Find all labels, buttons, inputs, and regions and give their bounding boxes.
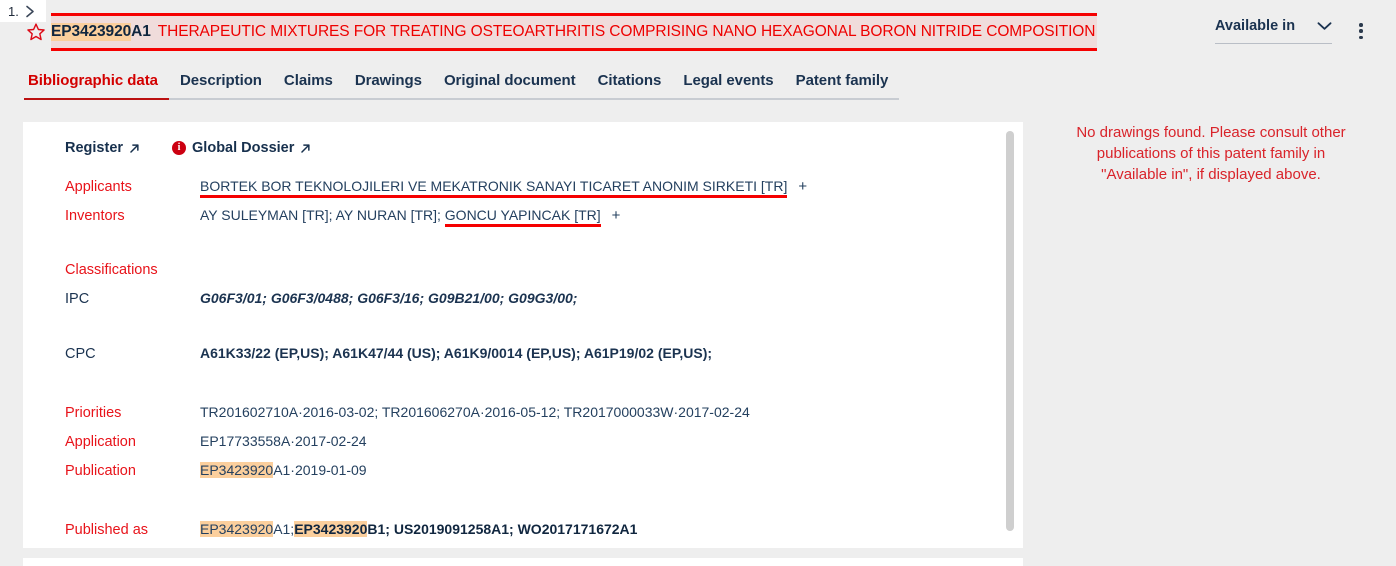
kebab-dot <box>1359 35 1363 39</box>
tab-description[interactable]: Description <box>168 72 273 100</box>
page-title[interactable]: EP3423920 A1 THERAPEUTIC MIXTURES FOR TRE… <box>51 13 1098 51</box>
application-value: EP17733558A·2017-02-24 <box>200 433 367 449</box>
card-scrollbar-thumb[interactable] <box>1006 131 1014 531</box>
inventors-label: Inventors <box>65 208 125 224</box>
classifications-heading: Classifications <box>65 262 158 278</box>
published-as-item1-highlight: EP3423920 <box>200 521 274 537</box>
field-applicants: Applicants BORTEK BOR TEKNOLOJILERI VE M… <box>23 172 1023 201</box>
applicants-label: Applicants <box>65 179 132 195</box>
field-cpc: CPC A61K33/22 (EP,US); A61K47/44 (US); A… <box>23 339 1023 368</box>
tab-claims[interactable]: Claims <box>272 72 344 100</box>
tab-drawings[interactable]: Drawings <box>343 72 433 100</box>
publication-value-wrap: EP3423920A1·2019-01-09 <box>200 456 367 484</box>
tab-citations[interactable]: Citations <box>586 72 673 100</box>
available-in-dropdown[interactable]: Available in <box>1215 18 1332 44</box>
no-drawings-message-line3: "Available in", if displayed above. <box>1101 166 1321 183</box>
patent-detail-page: 1. EP3423920 A1 THERAPEUTIC MIXTURES FOR … <box>0 0 1396 566</box>
field-ipc: IPC G06F3/01; G06F3/0488; G06F3/16; G09B… <box>23 284 1023 313</box>
drawings-preview-panel: No drawings found. Please consult other … <box>1040 122 1382 185</box>
bibliographic-data-card: Register i Global Dossier Applicants BOR… <box>23 122 1023 548</box>
ipc-value[interactable]: G06F3/01; G06F3/0488; G06F3/16; G09B21/0… <box>200 284 577 312</box>
publication-number-highlight: EP3423920 <box>51 23 132 41</box>
tab-patent-family[interactable]: Patent family <box>784 72 900 100</box>
priorities-value: TR201602710A·2016-03-02; TR201606270A·20… <box>200 404 750 420</box>
no-drawings-message-line1: No drawings found. Please consult other <box>1076 124 1346 141</box>
global-dossier-label-group: Global Dossier <box>192 140 312 156</box>
cpc-label: CPC <box>65 346 96 362</box>
field-published-as: Published as EP3423920A1;EP3423920B1; US… <box>23 515 1023 544</box>
patent-title-text: THERAPEUTIC MIXTURES FOR TREATING OSTEOA… <box>157 23 1096 40</box>
applicants-expand-button[interactable]: + <box>798 178 807 195</box>
publication-label: Publication <box>65 463 136 479</box>
applicants-value: BORTEK BOR TEKNOLOJILERI VE MEKATRONIK S… <box>200 178 788 198</box>
star-outline-icon[interactable] <box>26 22 46 42</box>
kebab-dot <box>1359 29 1363 33</box>
application-label: Application <box>65 434 136 450</box>
tab-bibliographic-data[interactable]: Bibliographic data <box>24 72 169 100</box>
published-as-value-wrap: EP3423920A1;EP3423920B1; US2019091258A1;… <box>200 515 637 543</box>
register-link-label: Register <box>65 140 124 156</box>
tab-original-document[interactable]: Original document <box>432 72 587 100</box>
inventors-value-part1: AY SULEYMAN [TR]; AY NURAN [TR]; <box>200 207 445 223</box>
chevron-down-icon[interactable] <box>1317 21 1332 31</box>
field-priorities: Priorities TR201602710A·2016-03-02; TR20… <box>23 398 1023 427</box>
published-as-item2-highlight: EP3423920 <box>294 521 368 537</box>
priorities-label: Priorities <box>65 405 122 421</box>
tab-legal-events[interactable]: Legal events <box>672 72 785 100</box>
cpc-value[interactable]: A61K33/22 (EP,US); A61K47/44 (US); A61K9… <box>200 339 712 367</box>
breadcrumb-index: 1. <box>8 3 19 19</box>
tab-bar: Bibliographic data Description Claims Dr… <box>24 72 900 100</box>
field-inventors: Inventors AY SULEYMAN [TR]; AY NURAN [TR… <box>23 201 1023 230</box>
published-as-item2-rest: B1; US2019091258A1; WO2017171672A1 <box>367 521 638 537</box>
available-in-label: Available in <box>1215 18 1296 34</box>
register-link[interactable]: Register <box>65 140 141 156</box>
published-as-label: Published as <box>65 522 149 538</box>
field-publication: Publication EP3423920A1·2019-01-09 <box>23 456 1023 485</box>
next-section-card <box>23 558 1023 566</box>
card-scrollbar-track[interactable] <box>1006 122 1019 548</box>
publication-value-highlight: EP3423920 <box>200 462 274 478</box>
breadcrumb[interactable]: 1. <box>0 0 46 22</box>
no-drawings-message-line2: publications of this patent family in <box>1096 145 1326 162</box>
external-link-arrow-icon <box>128 142 141 155</box>
applicants-value-wrap: BORTEK BOR TEKNOLOJILERI VE MEKATRONIK S… <box>200 172 807 201</box>
external-link-arrow-icon <box>299 142 312 155</box>
global-dossier-link[interactable]: i Global Dossier <box>172 140 312 156</box>
inventors-value-wrap: AY SULEYMAN [TR]; AY NURAN [TR]; GONCU Y… <box>200 201 620 230</box>
inventors-expand-button[interactable]: + <box>612 207 621 224</box>
inventors-value-part2: GONCU YAPINCAK [TR] <box>444 207 601 227</box>
field-application: Application EP17733558A·2017-02-24 <box>23 427 1023 456</box>
register-links-row: Register i Global Dossier <box>23 136 1023 160</box>
kebab-dot <box>1359 23 1363 27</box>
publication-kind-code: A1 <box>131 23 151 40</box>
publication-value-rest: A1·2019-01-09 <box>273 462 367 478</box>
kebab-menu-icon[interactable] <box>1352 21 1370 41</box>
chevron-right-icon[interactable] <box>25 5 36 18</box>
info-icon[interactable]: i <box>172 141 187 155</box>
global-dossier-link-label: Global Dossier <box>192 140 295 156</box>
published-as-item1-rest: A1; <box>273 521 295 537</box>
ipc-label: IPC <box>65 291 90 307</box>
